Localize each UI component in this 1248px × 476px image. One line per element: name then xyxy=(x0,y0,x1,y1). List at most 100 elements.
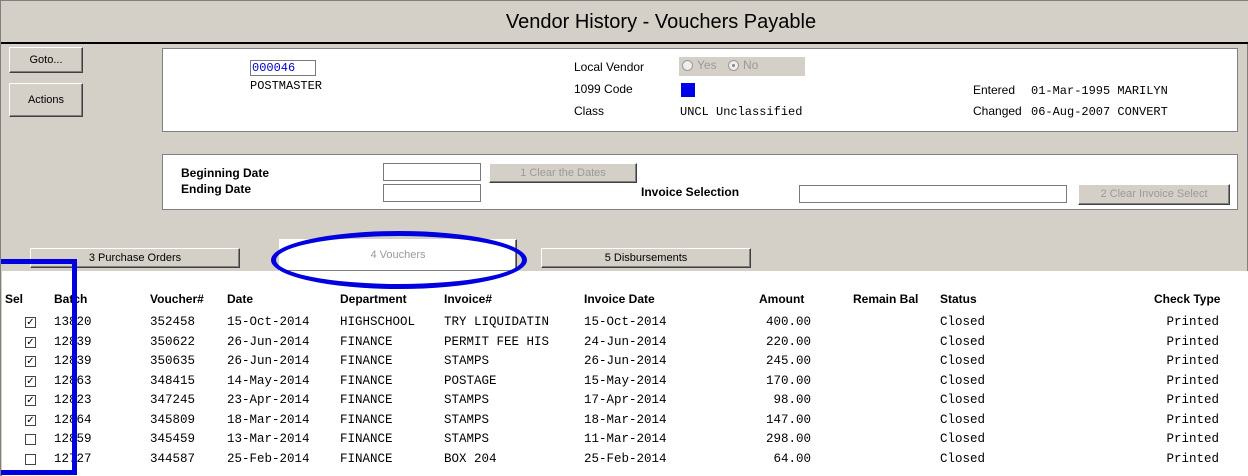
window-title: Vendor History - Vouchers Payable xyxy=(505,11,817,33)
cell-voucher: 345809 xyxy=(150,412,196,427)
cell-check-type: Printed xyxy=(1166,315,1219,329)
cell-department: FINANCE xyxy=(340,393,393,407)
cell-date: 18-Mar-2014 xyxy=(227,412,310,427)
cell-check-type: Printed xyxy=(1166,451,1219,466)
cell-department: FINANCE xyxy=(340,412,393,427)
cell-voucher: 344587 xyxy=(150,451,196,466)
cell-check-type: Printed xyxy=(1166,373,1219,388)
cell-amount: 298.00 xyxy=(765,432,811,446)
cell-status: Closed xyxy=(940,354,986,368)
window: Vendor History - Vouchers Payable Goto..… xyxy=(0,0,1248,476)
cell-status: Closed xyxy=(940,315,986,329)
cell-status: Closed xyxy=(940,412,986,427)
cell-voucher: 352458 xyxy=(150,315,196,329)
code-1099-indicator[interactable] xyxy=(681,83,695,97)
cell-voucher: 345459 xyxy=(150,432,196,446)
col-header-remain-bal: Remain Bal xyxy=(853,292,919,306)
cell-invoice: BOX 204 xyxy=(444,451,497,466)
cell-department: FINANCE xyxy=(340,354,393,368)
cell-invoice: PERMIT FEE HIS xyxy=(444,334,550,349)
cell-date: 14-May-2014 xyxy=(227,373,310,388)
cell-amount: 170.00 xyxy=(765,373,811,388)
cell-date: 26-Jun-2014 xyxy=(227,354,310,368)
cell-invoice-date: 18-Mar-2014 xyxy=(584,412,667,427)
cell-voucher: 348415 xyxy=(150,373,196,388)
goto-button[interactable]: Goto... xyxy=(9,47,83,73)
cell-amount: 98.00 xyxy=(773,393,811,407)
col-header-date: Date xyxy=(227,292,254,306)
cell-invoice: STAMPS xyxy=(444,354,490,368)
class-label: Class xyxy=(574,104,605,118)
code-1099-label: 1099 Code xyxy=(574,82,633,96)
col-header-voucher: Voucher# xyxy=(150,292,204,306)
cell-invoice-date: 17-Apr-2014 xyxy=(584,393,667,407)
col-header-invoice: Invoice# xyxy=(444,292,493,306)
col-header-department: Department xyxy=(340,292,407,306)
cell-department: HIGHSCHOOL xyxy=(340,315,416,329)
cell-status: Closed xyxy=(940,451,986,466)
local-vendor-radio-group: Yes No xyxy=(679,57,805,76)
cell-check-type: Printed xyxy=(1166,432,1219,446)
vendor-name: POSTMASTER xyxy=(250,79,323,93)
annotation-vouchers-tab-highlight xyxy=(271,231,527,289)
cell-date: 13-Mar-2014 xyxy=(227,432,310,446)
table-row[interactable]: ✓ 13820 352458 15-Oct-2014 HIGHSCHOOL TRY LIQ… xyxy=(1,314,1248,333)
actions-button[interactable]: Actions xyxy=(9,83,83,117)
changed-label: Changed xyxy=(973,104,1022,118)
vendor-number-field[interactable]: 000046 xyxy=(250,60,316,76)
local-vendor-no-radio[interactable] xyxy=(728,60,739,71)
table-row[interactable]: ✓ 12863 348415 14-May-2014 FINANCE POSTAGE 15-… xyxy=(1,373,1248,392)
table-row[interactable]: ✓ 12839 350635 26-Jun-2014 FINANCE STAMPS 26-J… xyxy=(1,353,1248,372)
cell-date: 26-Jun-2014 xyxy=(227,334,310,349)
cell-voucher: 350635 xyxy=(150,354,196,368)
cell-date: 15-Oct-2014 xyxy=(227,315,310,329)
table-row[interactable]: ✓ 12823 347245 23-Apr-2014 FINANCE STAMPS 17-A… xyxy=(1,392,1248,411)
table-row[interactable]: ✓ 12839 350622 26-Jun-2014 FINANCE PERMIT FEE… xyxy=(1,334,1248,353)
cell-invoice: POSTAGE xyxy=(444,373,497,388)
cell-date: 23-Apr-2014 xyxy=(227,393,310,407)
cell-department: FINANCE xyxy=(340,432,393,446)
cell-check-type: Printed xyxy=(1166,412,1219,427)
class-value: UNCL Unclassified xyxy=(680,105,803,119)
cell-invoice: STAMPS xyxy=(444,393,490,407)
cell-amount: 64.00 xyxy=(773,451,811,466)
invoice-selection-input[interactable] xyxy=(799,185,1067,203)
cell-amount: 147.00 xyxy=(765,412,811,427)
cell-status: Closed xyxy=(940,373,986,388)
beginning-date-input[interactable] xyxy=(383,163,481,181)
cell-status: Closed xyxy=(940,334,986,349)
table-row[interactable]: 12727 344587 25-Feb-2014 FINANCE BOX 204 25-F… xyxy=(1,451,1248,470)
cell-amount: 245.00 xyxy=(765,354,811,368)
ending-date-label: Ending Date xyxy=(181,182,252,196)
clear-dates-button[interactable]: 1 Clear the Dates xyxy=(489,163,637,183)
entered-label: Entered xyxy=(973,83,1016,97)
filter-panel xyxy=(162,154,1238,210)
col-header-status: Status xyxy=(940,292,977,306)
local-vendor-label: Local Vendor xyxy=(574,60,645,74)
cell-amount: 220.00 xyxy=(765,334,811,349)
cell-voucher: 350622 xyxy=(150,334,196,349)
ending-date-input[interactable] xyxy=(383,184,481,202)
title-bar: Vendor History - Vouchers Payable xyxy=(1,1,1248,44)
cell-status: Closed xyxy=(940,432,986,446)
cell-department: FINANCE xyxy=(340,334,393,349)
cell-check-type: Printed xyxy=(1166,354,1219,368)
changed-value: 06-Aug-2007 CONVERT xyxy=(1031,105,1168,119)
tab-disbursements[interactable]: 5 Disbursements xyxy=(541,248,751,268)
table-row[interactable]: ✓ 12864 345809 18-Mar-2014 FINANCE STAMPS 18-M… xyxy=(1,412,1248,431)
clear-invoice-select-button[interactable]: 2 Clear Invoice Select xyxy=(1078,184,1230,205)
local-vendor-yes-radio[interactable] xyxy=(682,60,693,71)
cell-department: FINANCE xyxy=(340,373,393,388)
beginning-date-label: Beginning Date xyxy=(181,166,270,180)
no-label: No xyxy=(743,58,759,72)
col-header-invoice-date: Invoice Date xyxy=(584,292,655,306)
cell-invoice-date: 25-Feb-2014 xyxy=(584,451,667,466)
cell-check-type: Printed xyxy=(1166,393,1219,407)
cell-invoice-date: 24-Jun-2014 xyxy=(584,334,667,349)
table-row[interactable]: 12859 345459 13-Mar-2014 FINANCE STAMPS 11-Ma… xyxy=(1,431,1248,450)
col-header-amount: Amount xyxy=(759,292,805,306)
cell-date: 25-Feb-2014 xyxy=(227,451,310,466)
col-header-check-type: Check Type xyxy=(1154,292,1221,306)
cell-amount: 400.00 xyxy=(765,315,811,329)
cell-invoice-date: 11-Mar-2014 xyxy=(584,432,667,446)
